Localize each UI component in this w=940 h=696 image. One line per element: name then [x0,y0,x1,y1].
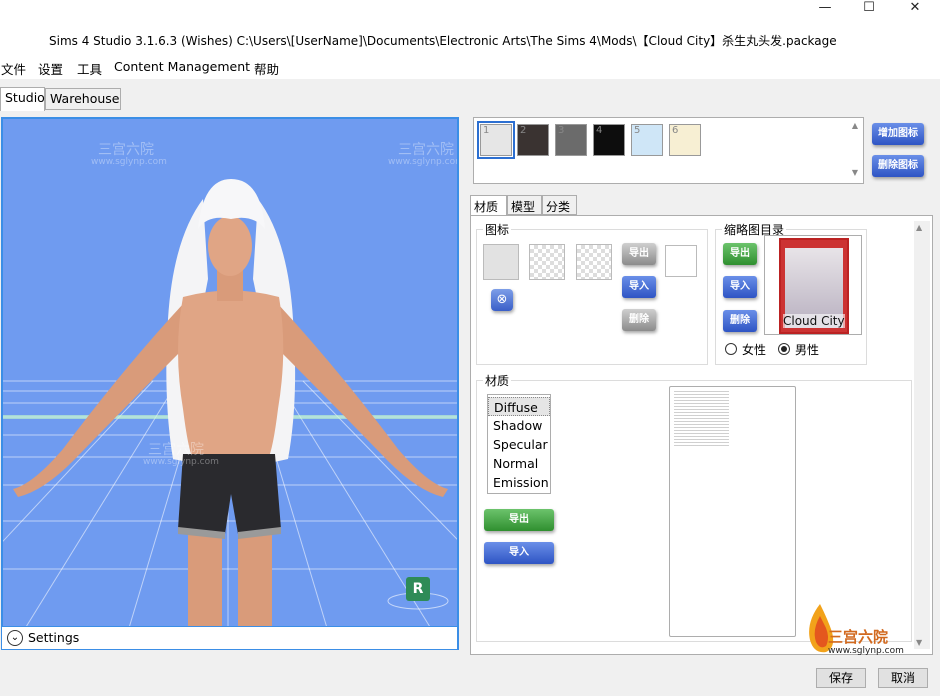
menu-file[interactable]: 文件 [1,59,26,78]
female-radio[interactable] [725,343,737,355]
icon-group-title: 图标 [483,221,512,238]
swatch-number: 3 [558,125,565,136]
thumbnail-import-button[interactable]: 导入 [723,276,757,298]
texture-preview [669,386,796,637]
material-list[interactable]: Diffuse Shadow Specular Normal Emission [487,394,551,494]
corner-watermark-url: www.sglynp.com [828,646,904,656]
torso [178,290,284,459]
thumbnail-caption: Cloud City [783,314,845,328]
viewport-watermark-url-2: www.sglynp.com [388,157,459,167]
settings-bar[interactable]: ⌄ Settings [1,626,458,650]
swatch-5[interactable]: 5 [631,124,663,156]
close-icon: ⊗ [496,292,508,307]
swatch-strip: 1 2 3 4 5 6 ▲ ▼ [473,117,864,184]
menu-tools[interactable]: 工具 [77,59,102,78]
swatch-6[interactable]: 6 [669,124,701,156]
add-swatch-button[interactable]: 增加图标 [872,123,924,145]
icon-thumb-3[interactable] [576,244,612,280]
3d-viewport[interactable]: 三宫六院 www.sglynp.com 三宫六院 www.sglynp.com … [1,117,459,650]
swatch-number: 5 [634,125,641,136]
chevron-down-icon[interactable]: ⌄ [7,630,23,646]
material-import-button[interactable]: 导入 [484,542,554,564]
icon-export-button[interactable]: 导出 [622,243,656,265]
female-label: 女性 [742,343,767,357]
tab-studio[interactable]: Studio [0,87,45,111]
swatch-number: 2 [520,125,527,136]
settings-label: Settings [28,630,80,645]
swatch-number: 4 [596,125,603,136]
clear-icon-button[interactable]: ⊗ [491,289,513,311]
material-export-button[interactable]: 导出 [484,509,554,531]
gizmo-letter: R [412,581,424,597]
viewport-watermark-url-3: www.sglynp.com [143,457,219,467]
viewport-scene [3,179,457,648]
icon-thumb-4[interactable] [665,245,697,277]
menu-settings[interactable]: 设置 [38,59,63,78]
swatch-1[interactable]: 1 [477,121,515,159]
male-radio[interactable] [778,343,790,355]
viewport-watermark-1: 三宫六院 [98,142,154,158]
corner-watermark-name: 三宫六院 [828,628,889,646]
viewport-watermark-2: 三宫六院 [398,142,454,158]
window-title: Sims 4 Studio 3.1.6.3 (Wishes) C:\Users\… [49,34,837,48]
cancel-button[interactable]: 取消 [878,668,928,688]
menu-bar: 文件 设置 工具 Content Management 帮助 [0,57,940,79]
swatch-3[interactable]: 3 [555,124,587,156]
swatch-4[interactable]: 4 [593,124,625,156]
tab-category[interactable]: 分类 [542,195,577,215]
close-button[interactable]: ✕ [892,0,938,18]
maximize-button[interactable]: ☐ [846,0,892,18]
swatch-number: 1 [483,125,490,136]
icon-thumb-2[interactable] [529,244,565,280]
tab-warehouse[interactable]: Warehouse [45,88,121,110]
save-button[interactable]: 保存 [816,668,866,688]
panel-scrollbar[interactable]: ▲ ▼ [914,221,930,649]
texture-image [674,391,729,446]
list-item-normal[interactable]: Normal [488,454,550,473]
scroll-up-icon[interactable]: ▲ [916,223,922,232]
scroll-up-icon[interactable]: ▲ [849,121,861,133]
material-group-title: 材质 [483,372,512,389]
viewport-watermark-url-1: www.sglynp.com [91,157,167,167]
list-item-shadow[interactable]: Shadow [488,416,550,435]
viewport-watermark-3: 三宫六院 [148,442,204,458]
scroll-down-icon[interactable]: ▼ [849,168,861,180]
icon-thumb-1[interactable] [483,244,519,280]
tab-model[interactable]: 模型 [507,195,542,215]
thumbnail-delete-button[interactable]: 删除 [723,310,757,332]
male-label: 男性 [795,343,820,357]
icon-import-button[interactable]: 导入 [622,276,656,298]
menu-help[interactable]: 帮助 [254,59,279,78]
minimize-button[interactable]: — [802,0,848,18]
title-bar: Sims 4 Studio 3.1.6.3 (Wishes) C:\Users\… [0,0,940,60]
thumbnail-frame: Cloud City [764,235,862,335]
swatch-number: 6 [672,125,679,136]
tab-material[interactable]: 材质 [470,195,507,215]
remove-swatch-button[interactable]: 删除图标 [872,155,924,177]
thumbnail-export-button[interactable]: 导出 [723,243,757,265]
head [208,216,252,276]
icon-delete-button[interactable]: 删除 [622,309,656,331]
list-item-specular[interactable]: Specular [488,435,550,454]
swatch-2[interactable]: 2 [517,124,549,156]
list-item-diffuse[interactable]: Diffuse [488,397,550,416]
corner-watermark: 三宫六院 www.sglynp.com [800,602,920,662]
menu-content-management[interactable]: Content Management [114,59,250,74]
right-arm [268,304,448,497]
list-item-emission[interactable]: Emission [488,473,550,492]
